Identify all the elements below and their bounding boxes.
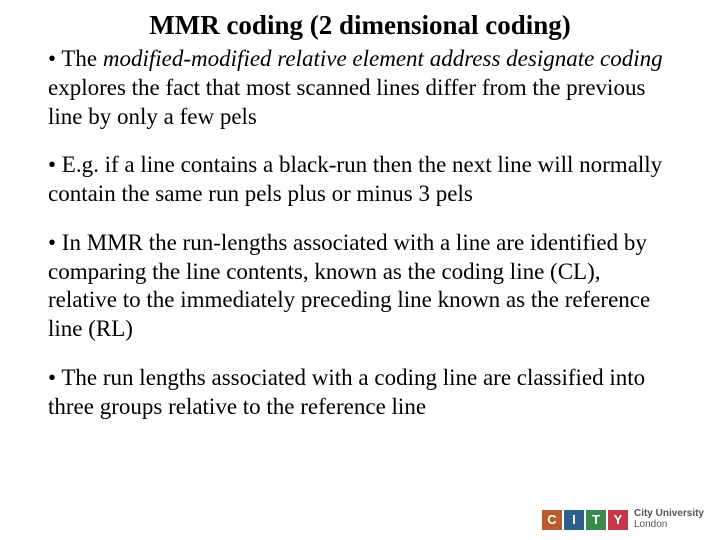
bullet-1: • The modified-modified relative element… xyxy=(48,45,672,131)
logo-blocks: C I T Y xyxy=(542,510,628,530)
bullet-1-italic: modified-modified relative element addre… xyxy=(103,46,663,71)
logo-block-y: Y xyxy=(608,510,628,530)
bullet-1-prefix: • The xyxy=(48,46,103,71)
logo-line1: City University xyxy=(634,509,704,520)
bullet-3: • In MMR the run-lengths associated with… xyxy=(48,229,672,344)
logo-text: City University London xyxy=(634,509,704,530)
bullet-1-rest: explores the fact that most scanned line… xyxy=(48,75,645,129)
logo-block-i: I xyxy=(564,510,584,530)
slide-title: MMR coding (2 dimensional coding) xyxy=(48,10,672,41)
logo-block-c: C xyxy=(542,510,562,530)
bullet-4: • The run lengths associated with a codi… xyxy=(48,364,672,422)
logo-line2: London xyxy=(634,520,704,531)
logo-block-t: T xyxy=(586,510,606,530)
slide-content: MMR coding (2 dimensional coding) • The … xyxy=(0,0,720,421)
university-logo: C I T Y City University London xyxy=(542,509,704,530)
bullet-2: • E.g. if a line contains a black-run th… xyxy=(48,151,672,209)
